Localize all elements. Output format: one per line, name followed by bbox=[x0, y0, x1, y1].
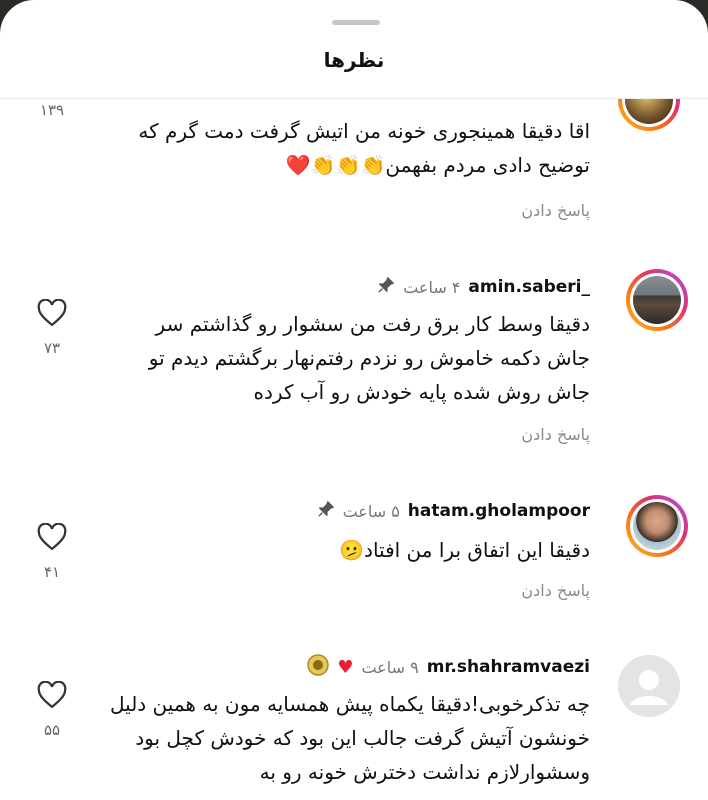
comment-item: mr.shahramvaezi ۹ ساعت ♥ چه تذکرخوبی!دقی… bbox=[0, 653, 708, 800]
like-count: ۵۵ bbox=[43, 721, 61, 739]
creator-liked-heart-icon: ♥ bbox=[337, 656, 354, 678]
comment-text: اقا دقیقا همینجوری خونه من اتیش گرفت دمت… bbox=[138, 119, 590, 177]
comment-item: amin.saberi_ ۴ ساعت دقیقا وسط کار برق رف… bbox=[0, 269, 708, 459]
like-button[interactable]: ۷۳ bbox=[34, 299, 70, 357]
username[interactable]: mr.shahramvaezi bbox=[427, 657, 590, 677]
pin-icon bbox=[317, 500, 335, 523]
heart-outline-icon bbox=[37, 299, 67, 327]
comment-item: اقا دقیقا همینجوری خونه من اتیش گرفت دمت… bbox=[0, 99, 708, 220]
commenter-avatar[interactable] bbox=[618, 655, 680, 717]
comment-header: mr.shahramvaezi ۹ ساعت ♥ bbox=[307, 653, 590, 681]
commenter-avatar[interactable] bbox=[626, 269, 688, 331]
reply-button[interactable]: پاسخ دادن bbox=[521, 201, 590, 220]
comments-list[interactable]: اقا دقیقا همینجوری خونه من اتیش گرفت دمت… bbox=[0, 99, 708, 800]
comment-time: ۵ ساعت bbox=[342, 501, 400, 521]
comment-text: چه تذکرخوبی!دقیقا یکماه پیش همسایه مون ب… bbox=[110, 692, 590, 784]
comment-item: hatam.gholampoor ۵ ساعت دقیقا این اتفاق … bbox=[0, 495, 708, 625]
like-count: ۷۳ bbox=[43, 339, 61, 357]
like-count: ۴۱ bbox=[43, 563, 61, 581]
username[interactable]: amin.saberi_ bbox=[468, 277, 590, 297]
comment-header: amin.saberi_ ۴ ساعت bbox=[377, 275, 590, 299]
comment-text: دقیقا این اتفاق برا من افتاد🫤 bbox=[339, 538, 590, 562]
reply-button[interactable]: پاسخ دادن bbox=[521, 581, 590, 600]
sheet-title: نظرها bbox=[323, 48, 385, 72]
comment-text: دقیقا وسط کار برق رفت من سشوار رو گذاشتم… bbox=[148, 312, 590, 404]
username[interactable]: hatam.gholampoor bbox=[408, 501, 590, 521]
comment-time: ۹ ساعت bbox=[361, 657, 419, 677]
like-button[interactable]: ۱۳۹ bbox=[34, 99, 70, 119]
verified-seal-icon bbox=[307, 653, 330, 681]
like-count: ۱۳۹ bbox=[39, 101, 65, 119]
default-avatar-icon bbox=[618, 655, 680, 717]
commenter-avatar[interactable] bbox=[626, 495, 688, 557]
heart-outline-icon bbox=[37, 681, 67, 709]
commenter-avatar[interactable] bbox=[618, 99, 680, 131]
comments-sheet: نظرها اقا دقیقا همینجوری خونه من اتیش گر… bbox=[0, 0, 708, 800]
comment-header: hatam.gholampoor ۵ ساعت bbox=[317, 499, 590, 523]
comment-time: ۴ ساعت bbox=[403, 277, 461, 297]
like-button[interactable]: ۴۱ bbox=[34, 523, 70, 581]
like-button[interactable]: ۵۵ bbox=[34, 681, 70, 739]
reply-button[interactable]: پاسخ دادن bbox=[521, 425, 590, 444]
drag-handle[interactable] bbox=[332, 20, 380, 25]
heart-outline-icon bbox=[37, 523, 67, 551]
pin-icon bbox=[377, 276, 395, 299]
